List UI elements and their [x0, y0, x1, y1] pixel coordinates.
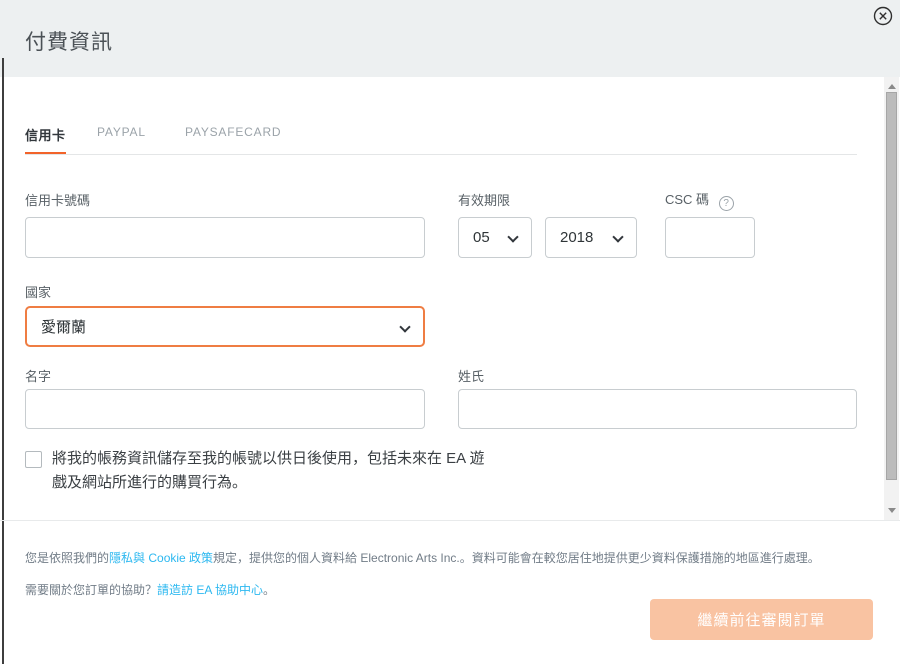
scrollbar-down-arrow-icon[interactable]	[888, 508, 896, 513]
csc-label: CSC 碼 ?	[665, 189, 734, 211]
help-text-after: 。	[263, 583, 275, 597]
privacy-policy-link[interactable]: 隱私與 Cookie 政策	[109, 551, 213, 565]
card-number-label: 信用卡號碼	[25, 190, 90, 209]
close-icon[interactable]	[873, 6, 893, 26]
csc-input[interactable]	[665, 217, 755, 258]
tab-credit-card[interactable]: 信用卡	[25, 125, 66, 144]
expiry-year-value: 2018	[546, 229, 593, 246]
country-label: 國家	[25, 282, 51, 301]
first-name-label: 名字	[25, 366, 51, 385]
csc-label-text: CSC 碼	[665, 192, 709, 207]
help-text-before: 需要關於您訂單的協助？	[25, 583, 157, 597]
footer-divider	[0, 520, 900, 521]
last-name-label: 姓氏	[458, 366, 484, 385]
modal-header	[0, 0, 900, 77]
legal-text-before: 您是依照我們的	[25, 551, 109, 565]
expiry-month-value: 05	[459, 229, 490, 246]
country-value: 愛爾蘭	[27, 316, 86, 337]
tabs-divider	[25, 154, 857, 155]
expiry-year-select[interactable]: 2018	[545, 217, 637, 258]
chevron-down-icon	[507, 231, 518, 242]
ea-help-center-link[interactable]: 請造訪 EA 協助中心	[157, 583, 263, 597]
expiry-month-select[interactable]: 05	[458, 217, 532, 258]
page-title: 付費資訊	[25, 26, 113, 56]
order-help-text: 需要關於您訂單的協助？請造訪 EA 協助中心。	[25, 581, 525, 598]
tab-paysafecard[interactable]: PAYSAFECARD	[185, 125, 281, 139]
card-number-input[interactable]	[25, 217, 425, 258]
chevron-down-icon	[612, 231, 623, 242]
expiry-label: 有效期限	[458, 190, 510, 209]
last-name-input[interactable]	[458, 389, 857, 429]
privacy-legal-text: 您是依照我們的隱私與 Cookie 政策規定，提供您的個人資料給 Electro…	[25, 549, 865, 566]
first-name-input[interactable]	[25, 389, 425, 429]
page-edge-divider	[2, 58, 4, 664]
tab-paypal[interactable]: PAYPAL	[97, 125, 146, 139]
scrollbar-thumb[interactable]	[886, 92, 897, 480]
continue-to-review-order-button[interactable]: 繼續前往審閱訂單	[650, 599, 873, 640]
save-payment-checkbox[interactable]	[25, 451, 42, 468]
country-select[interactable]: 愛爾蘭	[25, 306, 425, 347]
save-payment-checkbox-label: 將我的帳務資訊儲存至我的帳號以供日後使用，包括未來在 EA 遊戲及網站所進行的購…	[52, 447, 497, 495]
scrollbar-up-arrow-icon[interactable]	[888, 84, 896, 89]
payment-modal: 付費資訊 信用卡 PAYPAL PAYSAFECARD 信用卡號碼 有效期限 0…	[0, 0, 900, 664]
legal-text-after: 規定，提供您的個人資料給 Electronic Arts Inc.。資料可能會在…	[213, 551, 820, 565]
csc-help-icon[interactable]: ?	[719, 196, 734, 211]
chevron-down-icon	[399, 321, 410, 332]
